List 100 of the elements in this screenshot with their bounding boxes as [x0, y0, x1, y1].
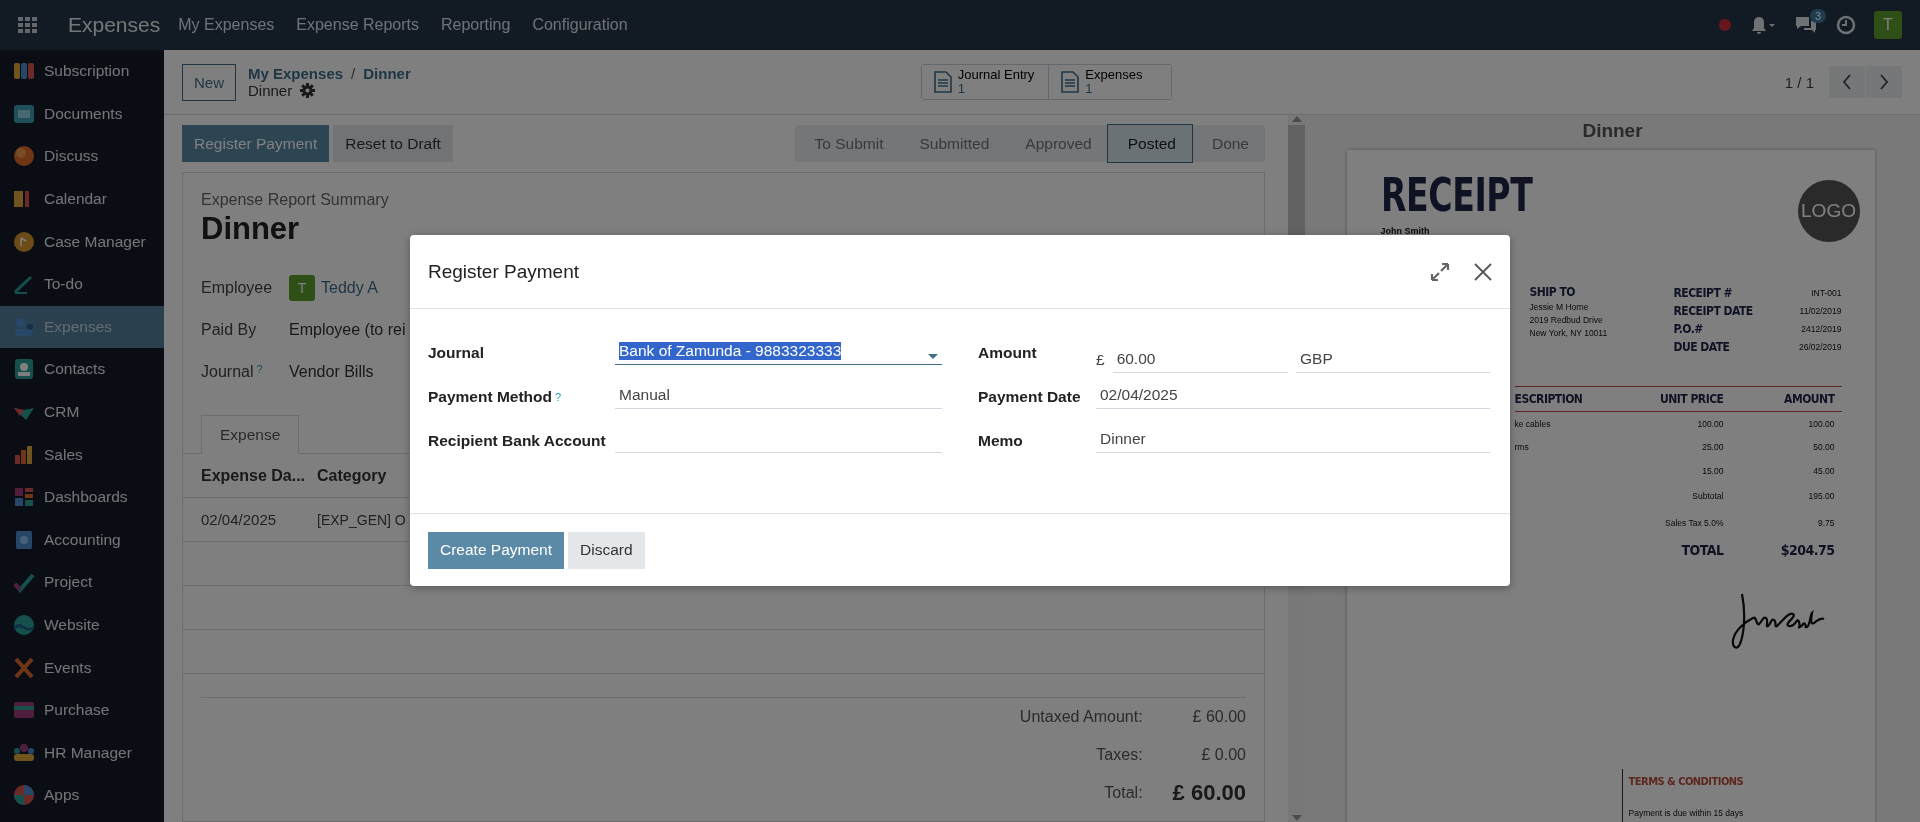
app-icon	[12, 357, 36, 382]
sidebar-item[interactable]: Sales	[0, 433, 164, 476]
app-icon	[12, 144, 36, 169]
item-unit-price: 100.00	[1696, 417, 1724, 431]
dialog-title: Register Payment	[428, 260, 579, 283]
smart-button[interactable]: Journal Entry 1	[921, 64, 1050, 100]
journal-dropdown[interactable]: Bank of Zamunda - 9883323333	[615, 329, 942, 365]
input-field[interactable]: Manual	[615, 373, 942, 409]
summary-label: TOTAL	[1680, 541, 1724, 560]
sender-name: John Smith	[1380, 226, 1431, 236]
gear-icon[interactable]	[300, 83, 316, 98]
breadcrumb-separator: /	[351, 65, 356, 82]
sidebar-item[interactable]: CRM	[0, 390, 164, 434]
sidebar-item[interactable]: Apps	[0, 774, 164, 817]
item-unit-price: 25.00	[1701, 441, 1724, 455]
summary-value: 9.75	[1816, 517, 1836, 530]
bell-icon[interactable]	[1750, 15, 1776, 35]
total-value: £ 0.00	[1201, 746, 1246, 764]
employee-link[interactable]: Teddy A	[321, 279, 378, 297]
meta-value: 11/02/2019	[1798, 306, 1842, 316]
sidebar-item[interactable]: Contacts	[0, 348, 164, 391]
amount-field[interactable]: 60.00	[1112, 337, 1288, 373]
status-stage[interactable]: Submitted	[899, 125, 1006, 162]
sidebar-item[interactable]: Subscription	[0, 50, 164, 93]
form-title: Dinner	[201, 211, 301, 247]
input-field[interactable]: 02/04/2025	[1096, 373, 1490, 409]
menu-item[interactable]: My Expenses	[178, 16, 275, 34]
previous-button[interactable]	[1829, 66, 1865, 98]
receipt-heading: RECEIPT	[1380, 172, 1532, 218]
sidebar-item[interactable]: Accounting	[0, 518, 164, 562]
help-icon[interactable]: ?	[555, 391, 562, 403]
breadcrumb-link[interactable]: Dinner	[363, 65, 411, 82]
input-field[interactable]: Dinner	[1096, 417, 1490, 453]
menu-item[interactable]: Reporting	[441, 16, 511, 34]
item-unit-price: 15.00	[1701, 464, 1724, 478]
message-count-badge: 3	[1809, 9, 1826, 23]
sidebar-item[interactable]: Purchase	[0, 688, 164, 732]
pager-value: 1 / 1	[1784, 73, 1814, 91]
meta-value: INT-001	[1810, 288, 1842, 298]
sidebar-item[interactable]: Calendar	[0, 177, 164, 221]
status-stage[interactable]: To Submit	[794, 125, 900, 162]
dialog-button[interactable]: Discard	[568, 531, 645, 569]
menu-item[interactable]: Configuration	[532, 16, 628, 34]
apps-menu-icon[interactable]	[18, 17, 38, 33]
total-label: Taxes:	[1096, 745, 1143, 765]
status-stage[interactable]: Approved	[1005, 125, 1108, 162]
total-label: Total:	[1104, 783, 1143, 803]
sidebar-item[interactable]: Website	[0, 603, 164, 647]
table-cell: 02/04/2025	[183, 497, 306, 542]
sidebar-item[interactable]: To-do	[0, 262, 164, 306]
menu-item[interactable]: Expense Reports	[296, 16, 419, 34]
item-amount: 50.00	[1812, 441, 1836, 455]
sidebar-item[interactable]: Case Manager	[0, 220, 164, 263]
receipt-column-header: ESCRIPTION	[1514, 386, 1624, 412]
breadcrumb-link[interactable]: My Expenses	[248, 65, 344, 82]
status-stage[interactable]: Done	[1191, 125, 1265, 162]
total-value: £ 60.00	[1172, 780, 1246, 806]
sidebar-item[interactable]: Discuss	[0, 135, 164, 178]
sidebar-item[interactable]: HR Manager	[0, 731, 164, 775]
expand-icon[interactable]	[1430, 261, 1450, 282]
field-value: Vendor Bills	[289, 363, 374, 381]
clock-icon[interactable]	[1836, 15, 1856, 35]
scroll-down-icon	[1291, 814, 1302, 822]
sidebar-item[interactable]: Events	[0, 646, 164, 689]
sidebar-item[interactable]: Project	[0, 561, 164, 604]
field-label: Journal	[428, 344, 484, 361]
app-icon	[12, 229, 36, 254]
document-icon	[1061, 71, 1080, 93]
form-subtitle: Expense Report Summary	[201, 191, 390, 209]
close-icon[interactable]	[1474, 262, 1492, 281]
address-line: New York, NY 10011	[1529, 327, 1609, 340]
employee-avatar: T	[289, 275, 315, 301]
action-button[interactable]: Register Payment	[182, 125, 330, 162]
document-icon	[933, 71, 952, 93]
sidebar-item[interactable]: Documents	[0, 92, 164, 136]
terms-text: Payment is due within 15 days	[1628, 807, 1745, 818]
app-title[interactable]: Expenses	[68, 13, 161, 37]
field-label: Payment Date	[978, 388, 1081, 405]
field-label: Recipient Bank Account	[428, 432, 606, 449]
summary-value: 195.00	[1807, 490, 1836, 503]
dialog-button[interactable]: Create Payment	[428, 531, 564, 569]
sidebar-item[interactable]: Dashboards	[0, 475, 164, 519]
meta-label: P.O.#	[1673, 322, 1704, 336]
field-label: Paid By	[201, 321, 257, 338]
tab[interactable]: Expense	[201, 415, 300, 454]
help-icon[interactable]: ?	[256, 363, 263, 375]
total-value: £ 60.00	[1192, 708, 1246, 726]
user-avatar[interactable]: T	[1874, 11, 1902, 39]
meta-label: DUE DATE	[1673, 340, 1731, 354]
app-icon	[12, 783, 36, 808]
meta-label: RECEIPT DATE	[1673, 304, 1753, 318]
status-stage[interactable]: Posted	[1107, 125, 1192, 162]
app-icon	[12, 613, 36, 637]
column-header[interactable]: Expense Da...	[183, 454, 306, 498]
currency-field[interactable]: GBP	[1296, 337, 1490, 373]
field-label: Amount	[978, 344, 1037, 361]
action-button[interactable]: Reset to Draft	[333, 125, 453, 162]
next-button[interactable]	[1866, 66, 1902, 98]
new-button[interactable]: New	[182, 63, 236, 101]
status-dot-icon	[1718, 18, 1732, 32]
